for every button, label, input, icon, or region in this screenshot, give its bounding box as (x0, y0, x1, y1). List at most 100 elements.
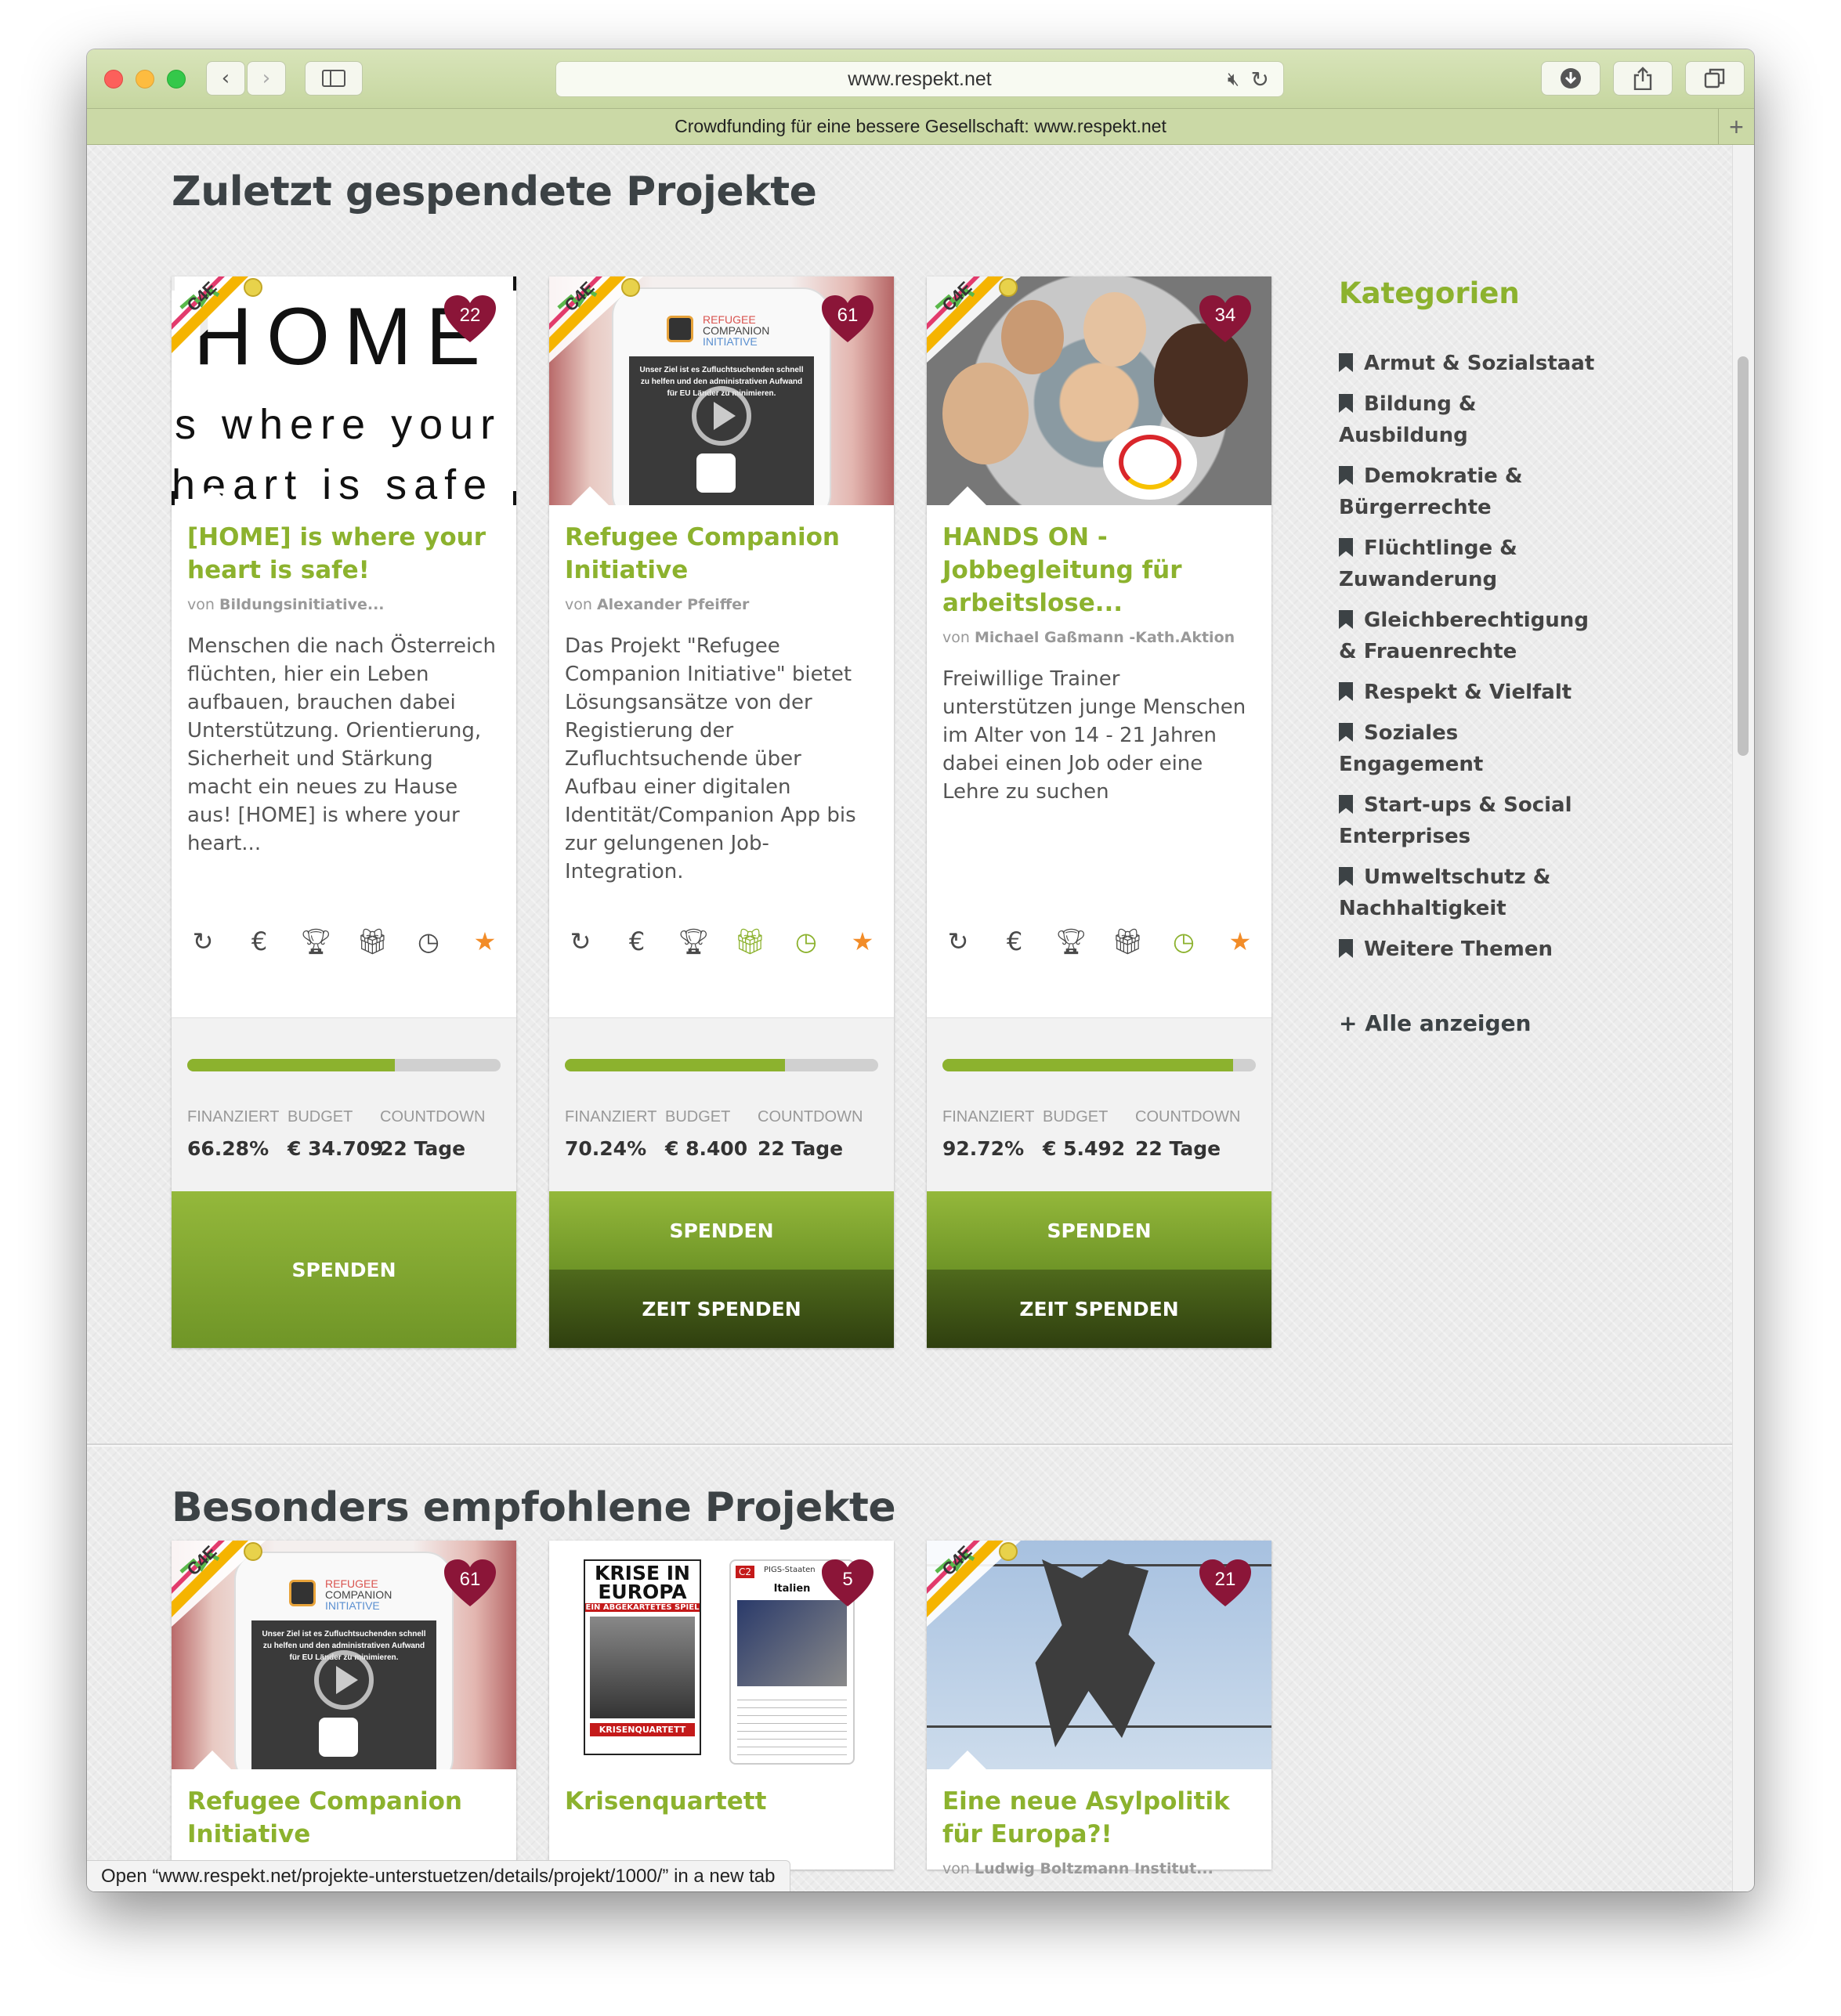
play-video-icon[interactable] (314, 1650, 374, 1710)
project-image[interactable]: HOME s where your heart is safe C4E 22 (172, 276, 516, 505)
category-label[interactable]: Soziales Engagement (1339, 721, 1483, 776)
bookmark-icon (1339, 682, 1353, 701)
logo-text: COMPANION (703, 324, 770, 337)
category-label[interactable]: Weitere Themen (1364, 938, 1553, 961)
scrollbar-thumb[interactable] (1738, 356, 1749, 756)
category-label[interactable]: Start-ups & Social Enterprises (1339, 793, 1572, 848)
author-name[interactable]: Michael Gaßmann -Kath.Aktion (975, 629, 1235, 646)
mute-audio-icon[interactable]: 🔇︎ (1228, 69, 1239, 91)
project-image[interactable]: REFUGEE COMPANION INITIATIVE Unser Ziel ist… (549, 276, 894, 505)
close-window-button[interactable] (104, 70, 123, 89)
likes-count: 34 (1214, 305, 1236, 326)
logo-text: INITIATIVE (325, 1599, 380, 1612)
active-tab-title[interactable]: Crowdfunding für eine bessere Gesellscha… (675, 116, 1166, 137)
browser-window: ‹ › www.respekt.net 🔇︎ ↻ Crowdfunding fü… (87, 49, 1754, 1891)
share-button[interactable] (1613, 61, 1673, 96)
category-item[interactable]: Soziales Engagement (1339, 717, 1605, 780)
bookmark-icon (1339, 353, 1353, 372)
download-icon (1561, 68, 1581, 89)
c4e-award-ribbon-icon: C4E (172, 1541, 266, 1627)
category-label[interactable]: Flüchtlinge & Zuwanderung (1339, 537, 1517, 591)
back-button[interactable]: ‹ (206, 61, 245, 96)
likes-badge: 34 (1198, 294, 1253, 344)
countdown-value: 22 Tage (758, 1137, 844, 1160)
project-author: von Bildungsinitiative... (172, 587, 516, 613)
author-name[interactable]: Alexander Pfeiffer (597, 596, 749, 613)
project-image[interactable]: C4E 34 (927, 276, 1271, 505)
project-card[interactable]: HOME s where your heart is safe C4E 22 [HOME]… (172, 276, 516, 1348)
sidebar-toggle-button[interactable] (305, 61, 363, 96)
project-title[interactable]: Refugee Companion Initiative (172, 1769, 516, 1851)
category-item[interactable]: Weitere Themen (1339, 934, 1605, 965)
status-prefix: Open “ (101, 1865, 159, 1887)
show-all-categories-link[interactable]: + Alle anzeigen (1339, 1010, 1605, 1036)
image-text: s where your (175, 401, 502, 448)
project-title[interactable]: Refugee Companion Initiative (549, 505, 894, 587)
categories-list: Armut & Sozialstaat Bildung & Ausbildung D… (1339, 348, 1605, 965)
reload-icon[interactable]: ↻ (1251, 67, 1269, 92)
project-image[interactable]: C4E 21 (927, 1541, 1271, 1769)
clock-icon: ◷ (795, 927, 817, 956)
forward-button[interactable]: › (247, 61, 286, 96)
donate-time-button[interactable]: ZEIT SPENDEN (927, 1270, 1271, 1348)
countdown-label: COUNTDOWN (380, 1108, 486, 1125)
category-item[interactable]: Bildung & Ausbildung (1339, 388, 1605, 451)
project-image[interactable]: KRISE IN EUROPA EIN ABGEKARTETES SPIEL KRIS… (549, 1541, 894, 1769)
funding-progress-bar (565, 1059, 878, 1071)
category-label[interactable]: Respekt & Vielfalt (1364, 681, 1572, 704)
donate-button[interactable]: SPENDEN (172, 1191, 516, 1348)
c4e-award-ribbon-icon: C4E (172, 276, 266, 363)
project-card[interactable]: REFUGEE COMPANION INITIATIVE Unser Ziel ist… (172, 1541, 516, 1870)
funded-value: 66.28% (187, 1137, 269, 1160)
project-image[interactable]: REFUGEE COMPANION INITIATIVE Unser Ziel ist… (172, 1541, 516, 1769)
category-item[interactable]: Flüchtlinge & Zuwanderung (1339, 533, 1605, 595)
logo-text: INITIATIVE (703, 335, 758, 348)
project-card[interactable]: REFUGEE COMPANION INITIATIVE Unser Ziel ist… (549, 276, 894, 1348)
euro-icon: € (1006, 927, 1023, 956)
vertical-scrollbar[interactable] (1732, 145, 1754, 1891)
card-text: KRISE IN (595, 1562, 690, 1584)
category-item[interactable]: Respekt & Vielfalt (1339, 677, 1605, 708)
category-label[interactable]: Umweltschutz & Nachhaltigkeit (1339, 865, 1550, 920)
category-item[interactable]: Umweltschutz & Nachhaltigkeit (1339, 862, 1605, 924)
countdown-value: 22 Tage (380, 1137, 466, 1160)
funded-label: FINANZIERT (187, 1108, 280, 1125)
project-title[interactable]: Krisenquartett (549, 1769, 894, 1818)
category-item[interactable]: Gleichberechtigung & Frauenrechte (1339, 605, 1605, 667)
section-divider (87, 1443, 1732, 1447)
category-label[interactable]: Demokratie & Bürgerrechte (1339, 464, 1523, 519)
category-item[interactable]: Armut & Sozialstaat (1339, 348, 1605, 379)
project-card[interactable]: C4E 21 Eine neue Asylpolitik für Europa?! v… (927, 1541, 1271, 1877)
category-label[interactable]: Gleichberechtigung & Frauenrechte (1339, 609, 1589, 663)
donate-time-button[interactable]: ZEIT SPENDEN (549, 1270, 894, 1348)
category-label[interactable]: Armut & Sozialstaat (1364, 352, 1594, 375)
category-item[interactable]: Start-ups & Social Enterprises (1339, 789, 1605, 852)
c4e-award-ribbon-icon: C4E (927, 276, 1021, 363)
tabs-overview-button[interactable] (1685, 61, 1745, 96)
bookmark-icon (1339, 610, 1353, 629)
category-label[interactable]: Bildung & Ausbildung (1339, 392, 1477, 447)
gift-icon: 🎁︎ (356, 927, 389, 956)
address-bar[interactable]: www.respekt.net 🔇︎ ↻ (555, 61, 1284, 97)
downloads-button[interactable] (1541, 61, 1600, 96)
play-video-icon[interactable] (692, 386, 751, 446)
author-name[interactable]: Ludwig Boltzmann Institut... (975, 1860, 1213, 1877)
budget-label: BUDGET (1043, 1108, 1109, 1125)
donate-button[interactable]: SPENDEN (549, 1191, 894, 1270)
project-title[interactable]: [HOME] is where your heart is safe! (172, 505, 516, 587)
author-name[interactable]: Bildungsinitiative... (219, 596, 385, 613)
donate-button[interactable]: SPENDEN (927, 1191, 1271, 1270)
project-card[interactable]: C4E 34 HANDS ON - Jobbegleitung für arbeit… (927, 276, 1271, 1348)
project-card[interactable]: KRISE IN EUROPA EIN ABGEKARTETES SPIEL KRIS… (549, 1541, 894, 1870)
tabs-icon (1704, 68, 1725, 89)
minimize-window-button[interactable] (136, 70, 154, 89)
project-title[interactable]: Eine neue Asylpolitik für Europa?! (927, 1769, 1271, 1851)
category-item[interactable]: Demokratie & Bürgerrechte (1339, 461, 1605, 523)
card-text: C2 (736, 1566, 755, 1578)
card-text: EIN ABGEKARTETES SPIEL (585, 1603, 700, 1612)
budget-value: € 34.709 (288, 1137, 384, 1160)
new-tab-button[interactable]: + (1718, 109, 1754, 145)
project-title[interactable]: HANDS ON - Jobbegleitung für arbeitslose… (927, 505, 1271, 620)
trophy-icon: 🏆︎ (300, 927, 332, 956)
zoom-window-button[interactable] (167, 70, 186, 89)
